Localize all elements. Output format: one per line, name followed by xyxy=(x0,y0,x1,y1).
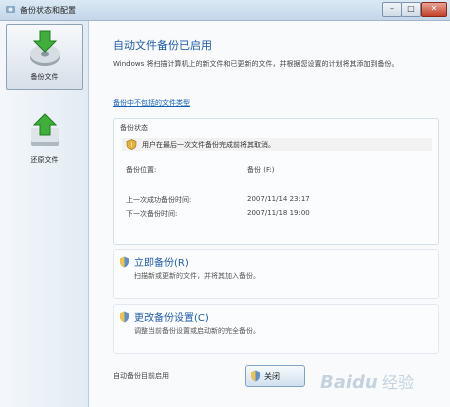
sidebar-item-restore-files[interactable]: 还原文件 xyxy=(6,107,83,173)
change-settings-button[interactable]: 更改备份设置(C) 调整当前备份设置或启动新的完全备份。 xyxy=(113,304,439,354)
last-backup-label: 上一次成功备份时间: xyxy=(126,196,192,204)
page-title: 自动文件备份已启用 xyxy=(113,39,212,52)
backup-app-icon xyxy=(6,6,15,13)
shield-icon xyxy=(120,256,129,268)
maximize-button[interactable]: □ xyxy=(401,2,421,17)
status-title: 备份状态 xyxy=(120,124,148,132)
window-title: 备份状态和配置 xyxy=(20,6,76,15)
last-backup-value: 2007/11/14 23:17 xyxy=(247,195,310,203)
warning-message: ! 用户在最后一次文件备份完成前将其取消。 xyxy=(122,138,432,151)
backup-now-title: 立即备份(R) xyxy=(134,258,189,269)
sidebar-item-label: 还原文件 xyxy=(30,156,59,164)
backup-location-value: 备份 (F:) xyxy=(247,166,275,174)
minimize-button[interactable]: – xyxy=(382,2,402,17)
turn-off-label: 关闭 xyxy=(264,372,280,381)
excluded-file-types-link[interactable]: 备份中不包括的文件类型 xyxy=(113,98,190,108)
title-bar: 备份状态和配置 – □ ✕ xyxy=(0,0,450,21)
next-backup-value: 2007/11/18 19:00 xyxy=(247,209,310,217)
backup-location-label: 备份位置: xyxy=(126,166,157,174)
change-settings-title: 更改备份设置(C) xyxy=(134,313,209,324)
auto-backup-status-label: 自动备份目前启用 xyxy=(113,372,169,380)
next-backup-label: 下一次备份时间: xyxy=(126,210,178,218)
restore-files-icon xyxy=(31,113,59,146)
warning-text: 用户在最后一次文件备份完成前将其取消。 xyxy=(142,141,275,149)
shield-icon xyxy=(251,370,260,382)
sidebar-item-label: 备份文件 xyxy=(30,73,59,81)
close-button[interactable]: ✕ xyxy=(421,2,447,17)
svg-text:!: ! xyxy=(130,142,132,149)
warning-shield-icon: ! xyxy=(126,139,137,150)
sidebar-item-backup-files[interactable]: 备份文件 xyxy=(6,24,83,90)
change-settings-description: 调整当前备份设置或启动新的完全备份。 xyxy=(134,327,260,335)
backup-now-description: 扫描新或更新的文件，并将其加入备份。 xyxy=(134,272,260,280)
backup-window: 备份状态和配置 – □ ✕ 备份文件 还原文件 自动文件备份已启用 Window… xyxy=(0,0,450,407)
shield-icon xyxy=(120,311,129,323)
page-description: Windows 将扫描计算机上的新文件和已更新的文件，并根据您设置的计划将其添加… xyxy=(113,60,399,68)
turn-off-button[interactable]: 关闭 xyxy=(245,365,305,387)
backup-files-icon xyxy=(30,30,60,66)
main-content: 自动文件备份已启用 Windows 将扫描计算机上的新文件和已更新的文件，并根据… xyxy=(89,21,450,407)
sidebar: 备份文件 还原文件 xyxy=(0,21,89,407)
backup-status-panel: 备份状态 ! 用户在最后一次文件备份完成前将其取消。 备份位置: 备份 (F:)… xyxy=(113,118,439,245)
backup-now-button[interactable]: 立即备份(R) 扫描新或更新的文件，并将其加入备份。 xyxy=(113,249,439,299)
